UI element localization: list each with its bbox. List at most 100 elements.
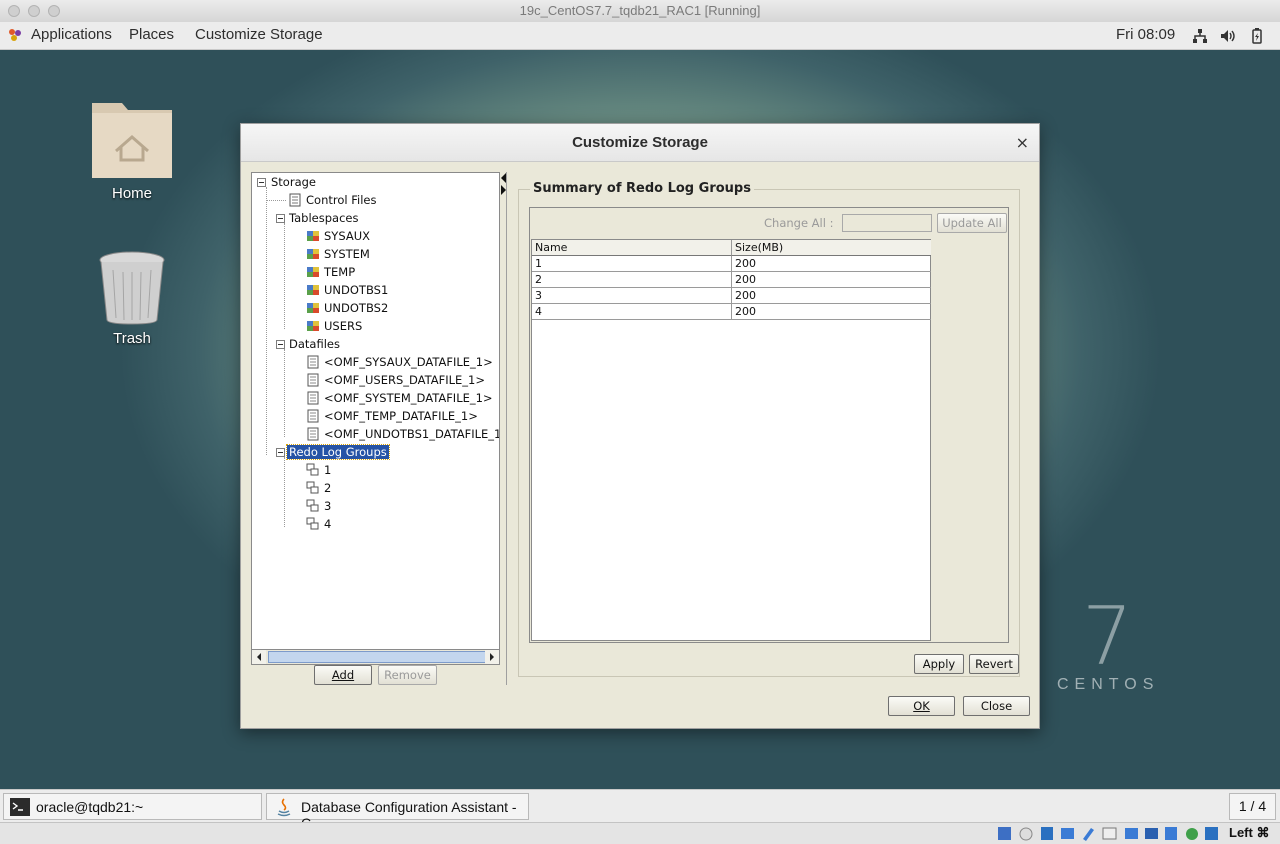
tree-node-datafiles[interactable]: Datafiles — [287, 335, 342, 353]
update-all-label: Update All — [942, 216, 1002, 230]
tree-node-label: Datafiles — [289, 337, 340, 351]
column-header-name[interactable]: Name — [532, 240, 732, 256]
table-cell-size[interactable]: 200 — [732, 256, 932, 272]
tree-node-datafile[interactable]: <OMF_USERS_DATAFILE_1> — [322, 371, 487, 389]
tree-node-redo-log-group[interactable]: 1 — [322, 461, 333, 479]
battery-icon[interactable] — [1248, 27, 1266, 45]
tree-node-tablespaces[interactable]: Tablespaces — [287, 209, 360, 227]
centos-logo-number: 7 — [1082, 590, 1133, 683]
tablespace-icon — [307, 249, 319, 259]
tree-node-label: Control Files — [306, 193, 377, 207]
scroll-left-icon[interactable] — [252, 650, 266, 664]
desktop-icon-trash[interactable]: Trash — [82, 250, 182, 347]
tablespace-icon — [307, 231, 319, 241]
table-cell-size[interactable]: 200 — [732, 272, 932, 288]
datafile-icon — [307, 373, 319, 387]
desktop-icon-home[interactable]: Home — [82, 95, 182, 202]
close-button-label: Close — [980, 699, 1013, 713]
tree-node-redo-log-groups[interactable]: Redo Log Groups — [286, 443, 390, 461]
tree-node-redo-log-group[interactable]: 3 — [322, 497, 333, 515]
close-icon[interactable]: × — [1016, 133, 1029, 152]
scrollbar-thumb[interactable] — [268, 651, 490, 663]
collapse-icon[interactable] — [276, 214, 285, 223]
tree-node-label: <OMF_SYSTEM_DATAFILE_1> — [324, 391, 493, 405]
tree-node-redo-log-group[interactable]: 2 — [322, 479, 333, 497]
update-all-button[interactable]: Update All — [937, 213, 1007, 233]
collapse-left-icon[interactable] — [501, 173, 506, 183]
datafile-icon — [307, 427, 319, 441]
tree-node-redo-log-group[interactable]: 4 — [322, 515, 333, 533]
storage-tree[interactable]: Storage Control Files Tablespaces SYSAUX… — [251, 172, 500, 665]
change-all-input[interactable] — [842, 214, 932, 232]
collapse-icon[interactable] — [257, 178, 266, 187]
collapse-icon[interactable] — [276, 340, 285, 349]
redo-log-group-icon — [306, 499, 319, 512]
desktop-icon-home-label: Home — [111, 185, 152, 202]
tree-node-tablespace[interactable]: SYSTEM — [322, 245, 372, 263]
menu-applications[interactable]: Applications — [31, 26, 112, 43]
table-cell-name[interactable]: 4 — [532, 304, 732, 320]
tree-connector — [284, 349, 285, 437]
tree-node-datafile[interactable]: <OMF_TEMP_DATAFILE_1> — [322, 407, 480, 425]
tree-node-control-files[interactable]: Control Files — [304, 191, 378, 209]
collapse-icon[interactable] — [276, 448, 285, 457]
tree-connector — [284, 223, 285, 329]
tree-node-label: <OMF_TEMP_DATAFILE_1> — [324, 409, 478, 423]
remove-button-label: Remove — [384, 668, 431, 682]
table-cell-name[interactable]: 2 — [532, 272, 732, 288]
centos-logo-word: CENTOS — [1057, 676, 1160, 693]
host-window-titlebar: 19c_CentOS7.7_tqdb21_RAC1 [Running] — [0, 0, 1280, 23]
tree-node-label: 2 — [324, 481, 332, 495]
desktop-icon-trash-label: Trash — [113, 330, 151, 347]
tree-node-tablespace[interactable]: USERS — [322, 317, 364, 335]
scroll-right-icon[interactable] — [485, 650, 499, 664]
tree-node-label: 1 — [324, 463, 332, 477]
panel-splitter[interactable] — [506, 172, 509, 685]
vbox-device-icons[interactable] — [997, 825, 1219, 842]
menu-places[interactable]: Places — [129, 26, 174, 43]
remove-button[interactable]: Remove — [378, 665, 437, 685]
table-cell-size[interactable]: 200 — [732, 288, 932, 304]
apply-button[interactable]: Apply — [914, 654, 964, 674]
tree-node-tablespace[interactable]: UNDOTBS1 — [322, 281, 390, 299]
table-cell-name[interactable]: 3 — [532, 288, 732, 304]
tree-node-storage[interactable]: Storage — [269, 173, 318, 191]
redo-log-table[interactable]: Name Size(MB) 1 200 2 200 3 200 4 200 — [531, 239, 932, 641]
table-cell-size[interactable]: 200 — [732, 304, 932, 320]
column-header-size[interactable]: Size(MB) — [732, 240, 932, 256]
tree-node-datafile[interactable]: <OMF_SYSTEM_DATAFILE_1> — [322, 389, 495, 407]
tree-node-tablespace[interactable]: SYSAUX — [322, 227, 372, 245]
tree-node-label: UNDOTBS1 — [324, 283, 389, 297]
trash-icon — [99, 251, 165, 325]
collapse-right-icon[interactable] — [501, 185, 506, 195]
tree-connector — [284, 457, 285, 527]
tree-node-label: <OMF_USERS_DATAFILE_1> — [324, 373, 486, 387]
close-button[interactable]: Close — [963, 696, 1030, 716]
home-folder-icon — [92, 103, 172, 178]
volume-icon[interactable] — [1219, 27, 1237, 45]
table-empty-area — [931, 239, 1008, 641]
tree-node-datafile[interactable]: <OMF_SYSAUX_DATAFILE_1> — [322, 353, 495, 371]
add-button[interactable]: Add — [314, 665, 372, 685]
tree-horizontal-scrollbar[interactable] — [251, 649, 500, 665]
table-cell-name[interactable]: 1 — [532, 256, 732, 272]
tree-node-tablespace[interactable]: UNDOTBS2 — [322, 299, 390, 317]
workspace-indicator[interactable]: 1 / 4 — [1229, 793, 1276, 820]
datafile-icon — [307, 391, 319, 405]
network-icon[interactable] — [1191, 27, 1209, 45]
ok-button[interactable]: OK — [888, 696, 955, 716]
tree-node-datafile[interactable]: <OMF_UNDOTBS1_DATAFILE_1> — [322, 425, 499, 443]
tree-node-label: USERS — [324, 319, 363, 333]
tree-node-label: 4 — [324, 517, 332, 531]
menu-customize-storage[interactable]: Customize Storage — [195, 26, 323, 43]
taskbar-item-terminal[interactable]: oracle@tqdb21:~ — [3, 793, 262, 820]
tablespace-icon — [307, 267, 319, 277]
applications-icon — [9, 29, 21, 41]
tree-node-label: UNDOTBS2 — [324, 301, 389, 315]
revert-button[interactable]: Revert — [969, 654, 1019, 674]
taskbar-item-dbca[interactable]: Database Configuration Assistant - C... — [266, 793, 529, 831]
gnome-top-bar: Applications Places Customize Storage Fr… — [0, 22, 1280, 50]
clock[interactable]: Fri 08:09 — [1116, 26, 1175, 43]
change-all-label: Change All : — [764, 216, 834, 230]
tree-node-tablespace[interactable]: TEMP — [322, 263, 357, 281]
